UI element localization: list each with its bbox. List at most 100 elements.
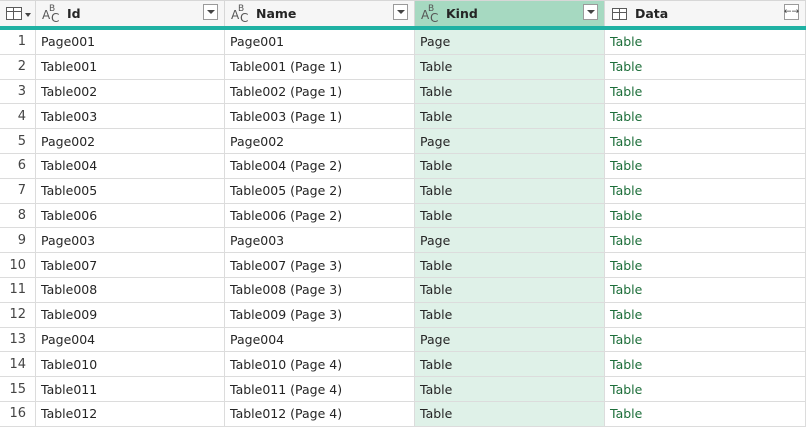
cell-data-table-link[interactable]: Table <box>605 401 806 427</box>
expand-column-button[interactable]: ←→ <box>784 4 799 20</box>
cell-data-table-link[interactable]: Table <box>605 377 806 402</box>
cell-name[interactable]: Table010 (Page 4) <box>225 352 415 378</box>
cell-id[interactable]: Table002 <box>36 79 225 105</box>
table-row[interactable]: 9 Page003 Page003 Page Table <box>0 228 806 254</box>
cell-kind[interactable]: Table <box>415 153 605 179</box>
cell-name[interactable]: Table011 (Page 4) <box>225 377 415 402</box>
table-row[interactable]: 6 Table004 Table004 (Page 2) Table Table <box>0 153 806 179</box>
column-header-id[interactable]: ABC Id <box>36 0 225 26</box>
table-row[interactable]: 5 Page002 Page002 Page Table <box>0 129 806 154</box>
cell-id[interactable]: Table003 <box>36 104 225 130</box>
cell-name[interactable]: Table004 (Page 2) <box>225 153 415 179</box>
cell-kind[interactable]: Table <box>415 352 605 378</box>
cell-name[interactable]: Page002 <box>225 129 415 154</box>
cell-kind[interactable]: Table <box>415 203 605 229</box>
cell-name[interactable]: Table012 (Page 4) <box>225 401 415 427</box>
cell-kind[interactable]: Page <box>415 129 605 154</box>
cell-name[interactable]: Table007 (Page 3) <box>225 253 415 278</box>
cell-data-table-link[interactable]: Table <box>605 203 806 229</box>
cell-id[interactable]: Table007 <box>36 253 225 278</box>
cell-data-table-link[interactable]: Table <box>605 30 806 55</box>
cell-kind[interactable]: Table <box>415 178 605 204</box>
table-row[interactable]: 12 Table009 Table009 (Page 3) Table Table <box>0 302 806 328</box>
cell-kind[interactable]: Table <box>415 54 605 80</box>
cell-data-table-link[interactable]: Table <box>605 228 806 254</box>
cell-id[interactable]: Table009 <box>36 302 225 328</box>
cell-kind[interactable]: Table <box>415 277 605 303</box>
cell-id[interactable]: Page004 <box>36 327 225 353</box>
table-row[interactable]: 1 Page001 Page001 Page Table <box>0 30 806 55</box>
cell-id[interactable]: Table005 <box>36 178 225 204</box>
cell-name[interactable]: Table002 (Page 1) <box>225 79 415 105</box>
table-row[interactable]: 14 Table010 Table010 (Page 4) Table Table <box>0 352 806 378</box>
table-row[interactable]: 16 Table012 Table012 (Page 4) Table Table <box>0 401 806 427</box>
cell-id[interactable]: Table010 <box>36 352 225 378</box>
row-number: 8 <box>0 203 36 229</box>
table-icon <box>6 7 22 20</box>
cell-data-table-link[interactable]: Table <box>605 327 806 353</box>
cell-name[interactable]: Page003 <box>225 228 415 254</box>
cell-kind[interactable]: Table <box>415 253 605 278</box>
row-number: 16 <box>0 401 36 427</box>
abc-text-type-icon[interactable]: ABC <box>420 4 442 24</box>
cell-id[interactable]: Page002 <box>36 129 225 154</box>
cell-kind[interactable]: Page <box>415 30 605 55</box>
table-row[interactable]: 2 Table001 Table001 (Page 1) Table Table <box>0 54 806 80</box>
row-number: 10 <box>0 253 36 278</box>
cell-name[interactable]: Table001 (Page 1) <box>225 54 415 80</box>
cell-data-table-link[interactable]: Table <box>605 79 806 105</box>
cell-id[interactable]: Table004 <box>36 153 225 179</box>
table-row[interactable]: 4 Table003 Table003 (Page 1) Table Table <box>0 104 806 130</box>
abc-text-type-icon[interactable]: ABC <box>41 4 63 24</box>
cell-id[interactable]: Table001 <box>36 54 225 80</box>
cell-kind[interactable]: Table <box>415 104 605 130</box>
cell-id[interactable]: Table012 <box>36 401 225 427</box>
cell-kind[interactable]: Table <box>415 302 605 328</box>
filter-dropdown-button[interactable] <box>203 4 218 20</box>
cell-name[interactable]: Table003 (Page 1) <box>225 104 415 130</box>
cell-kind[interactable]: Page <box>415 327 605 353</box>
cell-id[interactable]: Page003 <box>36 228 225 254</box>
column-header-kind[interactable]: ABC Kind <box>415 0 605 26</box>
cell-data-table-link[interactable]: Table <box>605 54 806 80</box>
table-row[interactable]: 7 Table005 Table005 (Page 2) Table Table <box>0 178 806 204</box>
cell-name[interactable]: Table008 (Page 3) <box>225 277 415 303</box>
cell-name[interactable]: Page001 <box>225 30 415 55</box>
cell-id[interactable]: Table006 <box>36 203 225 229</box>
table-row[interactable]: 3 Table002 Table002 (Page 1) Table Table <box>0 79 806 105</box>
table-menu-button[interactable] <box>0 0 36 26</box>
cell-data-table-link[interactable]: Table <box>605 153 806 179</box>
cell-data-table-link[interactable]: Table <box>605 253 806 278</box>
cell-name[interactable]: Page004 <box>225 327 415 353</box>
table-row[interactable]: 15 Table011 Table011 (Page 4) Table Table <box>0 377 806 402</box>
table-type-icon[interactable] <box>612 7 627 20</box>
table-row[interactable]: 13 Page004 Page004 Page Table <box>0 327 806 353</box>
caret-down-icon <box>25 13 31 17</box>
cell-kind[interactable]: Table <box>415 401 605 427</box>
table-row[interactable]: 10 Table007 Table007 (Page 3) Table Table <box>0 253 806 278</box>
table-row[interactable]: 11 Table008 Table008 (Page 3) Table Table <box>0 277 806 303</box>
cell-kind[interactable]: Table <box>415 377 605 402</box>
cell-data-table-link[interactable]: Table <box>605 302 806 328</box>
cell-name[interactable]: Table005 (Page 2) <box>225 178 415 204</box>
cell-data-table-link[interactable]: Table <box>605 178 806 204</box>
cell-id[interactable]: Table008 <box>36 277 225 303</box>
abc-text-type-icon[interactable]: ABC <box>230 4 252 24</box>
chevron-down-icon <box>586 10 595 14</box>
column-header-name[interactable]: ABC Name <box>225 0 415 26</box>
filter-dropdown-button[interactable] <box>583 4 598 20</box>
cell-data-table-link[interactable]: Table <box>605 104 806 130</box>
row-number: 14 <box>0 352 36 378</box>
cell-kind[interactable]: Table <box>415 79 605 105</box>
cell-name[interactable]: Table009 (Page 3) <box>225 302 415 328</box>
cell-data-table-link[interactable]: Table <box>605 277 806 303</box>
cell-data-table-link[interactable]: Table <box>605 352 806 378</box>
cell-id[interactable]: Table011 <box>36 377 225 402</box>
cell-name[interactable]: Table006 (Page 2) <box>225 203 415 229</box>
table-row[interactable]: 8 Table006 Table006 (Page 2) Table Table <box>0 203 806 229</box>
cell-kind[interactable]: Page <box>415 228 605 254</box>
filter-dropdown-button[interactable] <box>393 4 408 20</box>
cell-id[interactable]: Page001 <box>36 30 225 55</box>
cell-data-table-link[interactable]: Table <box>605 129 806 154</box>
column-header-data[interactable]: Data ←→ <box>605 0 806 26</box>
